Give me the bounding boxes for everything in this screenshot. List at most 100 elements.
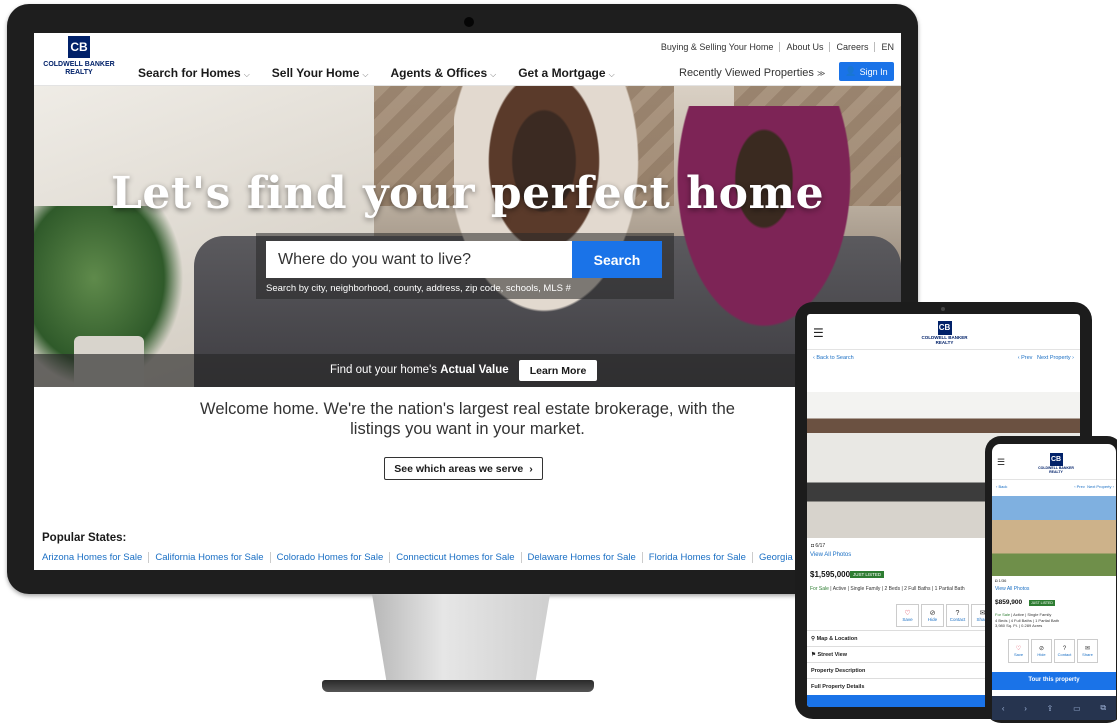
chevron-down-icon: ⌵ — [362, 70, 369, 79]
save-label: Save — [1013, 652, 1024, 657]
section-label: Map & Location — [816, 636, 858, 642]
state-link-delaware[interactable]: Delaware Homes for Sale — [528, 552, 643, 563]
save-button[interactable]: ♡ Save — [896, 604, 919, 627]
site-header: CB COLDWELL BANKER REALTY Buying & Selli… — [34, 33, 901, 86]
user-icon: 👤 — [845, 66, 857, 76]
bookmarks-icon[interactable]: ▭ — [1073, 704, 1081, 713]
next-property-link[interactable]: Next Property › — [1037, 355, 1074, 361]
nav-sell-home[interactable]: Sell Your Home ⌵ — [272, 66, 369, 80]
nav-label: Sell Your Home — [271, 66, 360, 80]
contact-button[interactable]: ? Contact — [946, 604, 969, 627]
hamburger-menu-icon[interactable]: ☰ — [997, 457, 1005, 468]
phone-screen: ☰ CB COLDWELL BANKER REALTY ‹ Back ‹ Pre… — [992, 444, 1116, 720]
just-listed-badge: JUST LISTED — [1029, 600, 1055, 606]
search-button[interactable]: Search — [572, 241, 662, 278]
question-icon: ? — [955, 609, 960, 617]
tabs-icon[interactable]: ⧉ — [1100, 703, 1106, 713]
logo-line2: REALTY — [1049, 470, 1063, 474]
share-button[interactable]: ✉ Share — [1077, 639, 1098, 663]
listing-photo[interactable] — [992, 496, 1116, 576]
logo-mark: CB — [68, 36, 90, 58]
street-view-icon: ⚑ — [811, 652, 816, 658]
phone-listing-nav: ‹ Back ‹ Prev Next Property › — [996, 484, 1114, 489]
chevron-down-icon: ⌵ — [608, 70, 615, 79]
nav-mortgage[interactable]: Get a Mortgage ⌵ — [518, 66, 614, 80]
save-button[interactable]: ♡ Save — [1008, 639, 1029, 663]
pin-icon: ⚲ — [811, 636, 816, 642]
home-value-emphasis: Actual Value — [440, 364, 509, 376]
welcome-text: Welcome home. We're the nation's largest… — [34, 399, 901, 439]
camera-icon: ◘ — [995, 578, 998, 583]
back-link[interactable]: ‹ Back — [996, 484, 1007, 489]
location-search-input[interactable] — [266, 241, 572, 278]
state-link-florida[interactable]: Florida Homes for Sale — [649, 552, 753, 563]
desktop-monitor: CB COLDWELL BANKER REALTY Buying & Selli… — [7, 4, 918, 594]
tablet-brand-logo[interactable]: CB COLDWELL BANKER REALTY — [917, 317, 972, 345]
hide-icon: ⊘ — [929, 610, 936, 617]
search-panel: Search Search by city, neighborhood, cou… — [256, 233, 674, 299]
nav-agents-offices[interactable]: Agents & Offices ⌵ — [390, 66, 496, 80]
device-mockup-stage: CB COLDWELL BANKER REALTY Buying & Selli… — [0, 0, 1117, 723]
photo-count-value: 6/17 — [815, 543, 826, 549]
view-all-photos-link[interactable]: View All Photos — [995, 586, 1029, 592]
recently-viewed-label: Recently Viewed Properties — [679, 67, 814, 79]
phone-header: ☰ CB COLDWELL BANKER REALTY — [992, 444, 1116, 480]
logo-mark: CB — [1049, 453, 1063, 466]
contact-button[interactable]: ? Contact — [1054, 639, 1075, 663]
tour-property-button[interactable]: Tour this property — [992, 672, 1116, 690]
see-areas-button[interactable]: See which areas we serve › — [384, 457, 543, 480]
phone-device: ☰ CB COLDWELL BANKER REALTY ‹ Back ‹ Pre… — [985, 436, 1117, 723]
brand-logo[interactable]: CB COLDWELL BANKER REALTY — [40, 36, 118, 77]
chevron-right-icon: › — [529, 462, 533, 475]
prev-link[interactable]: ‹ Prev — [1074, 484, 1085, 489]
forward-arrow-icon[interactable]: › — [1024, 704, 1027, 713]
listing-facts: For Sale | Active | Single Family | 2 Be… — [810, 586, 965, 592]
listing-status: For Sale — [995, 612, 1011, 617]
hero-title: Let's find your perfect home — [110, 168, 825, 219]
hide-label: Hide — [1037, 652, 1046, 657]
util-link-buying-selling[interactable]: Buying & Selling Your Home — [661, 42, 774, 52]
facts-line1: For Sale | Active | Single Family — [995, 612, 1052, 617]
state-link-connecticut[interactable]: Connecticut Homes for Sale — [396, 552, 522, 563]
listing-price: $1,595,000 — [810, 570, 851, 579]
hide-button[interactable]: ⊘ Hide — [921, 604, 944, 627]
state-link-california[interactable]: California Homes for Sale — [155, 552, 271, 563]
util-link-careers[interactable]: Careers — [836, 42, 868, 52]
divider — [829, 42, 831, 52]
logo-line2: REALTY — [935, 340, 954, 345]
facts-line1-text: Active | Single Family — [1013, 612, 1052, 617]
tablet-header: ☰ CB COLDWELL BANKER REALTY — [807, 314, 1080, 350]
util-link-about[interactable]: About Us — [786, 42, 823, 52]
listing-price: $859,900 — [995, 599, 1023, 606]
language-selector[interactable]: EN — [881, 42, 894, 52]
divider — [779, 42, 781, 52]
share-icon[interactable]: ⇪ — [1047, 704, 1054, 713]
recently-viewed-menu[interactable]: Recently Viewed Properties ≫ — [679, 67, 825, 79]
back-arrow-icon[interactable]: ‹ — [1002, 704, 1005, 713]
nav-search-homes[interactable]: Search for Homes ⌵ — [138, 66, 250, 80]
state-link-arizona[interactable]: Arizona Homes for Sale — [42, 552, 150, 563]
next-property-link[interactable]: Next Property › — [1087, 484, 1114, 489]
logo-line1: COLDWELL BANKER — [43, 61, 115, 68]
nav-label: Search for Homes — [138, 66, 241, 80]
hide-button[interactable]: ⊘ Hide — [1031, 639, 1052, 663]
prev-next-links: ‹ Prev Next Property › — [1018, 355, 1074, 361]
sign-in-button[interactable]: 👤 Sign In — [839, 62, 894, 81]
learn-more-button[interactable]: Learn More — [519, 360, 597, 381]
prev-link[interactable]: ‹ Prev — [1018, 355, 1033, 361]
back-to-search-link[interactable]: ‹ Back to Search — [813, 355, 854, 361]
photo-counter: ◘ 1/36 — [995, 578, 1006, 583]
prev-next-links: ‹ Prev Next Property › — [1074, 484, 1114, 489]
home-value-prefix: Find out your home's — [330, 364, 441, 376]
share-label: Share — [1082, 652, 1093, 657]
hamburger-menu-icon[interactable]: ☰ — [813, 326, 824, 340]
listing-facts: For Sale | Active | Single Family 4 Beds… — [995, 612, 1059, 629]
search-hint: Search by city, neighborhood, county, ad… — [266, 283, 571, 294]
phone-brand-logo[interactable]: CB COLDWELL BANKER REALTY — [1036, 448, 1076, 474]
state-link-colorado[interactable]: Colorado Homes for Sale — [277, 552, 391, 563]
photo-count-value: 1/36 — [998, 578, 1007, 583]
popular-states-title: Popular States: — [42, 532, 127, 544]
view-all-photos-link[interactable]: View All Photos — [810, 552, 851, 558]
section-label: Property Description — [811, 668, 866, 674]
welcome-line1: Welcome home. We're the nation's largest… — [200, 400, 735, 418]
